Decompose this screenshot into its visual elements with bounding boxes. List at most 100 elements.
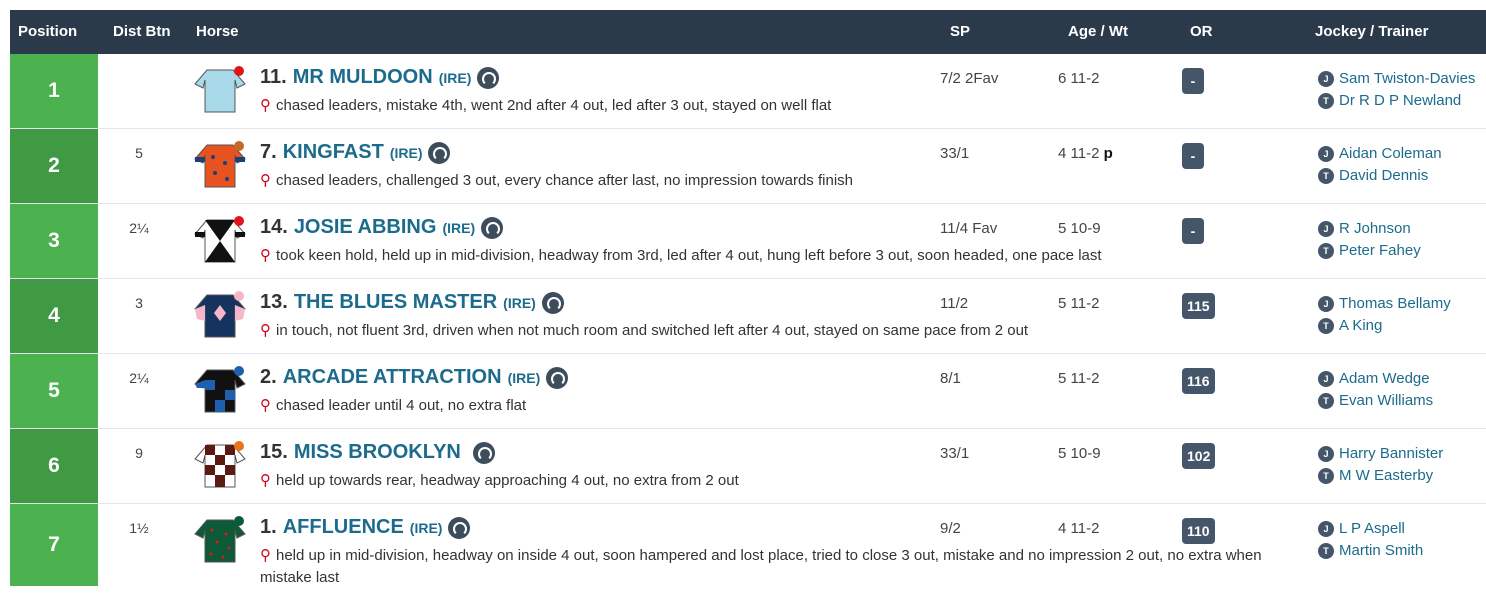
table-row: 4 3 13. THE BLUES MASTER (IRE) ⚲ in touch… (10, 279, 1486, 354)
horse-profile-icon[interactable] (541, 291, 564, 314)
jockey-icon: J (1318, 446, 1334, 462)
trainer-link[interactable]: Evan Williams (1339, 390, 1433, 412)
jockey-link[interactable]: Adam Wedge (1339, 368, 1430, 390)
jockey-link[interactable]: R Johnson (1339, 218, 1411, 240)
trainer-icon: T (1318, 543, 1334, 559)
jockey-icon: J (1318, 71, 1334, 87)
jockey-icon: J (1318, 221, 1334, 237)
jockey-trainer: J Sam Twiston-Davies T Dr R D P Newland (1318, 68, 1475, 112)
header-horse: Horse (196, 23, 239, 40)
jockey-silks-icon (194, 291, 246, 338)
position-cell: 2 (10, 129, 98, 203)
table-row: 5 2¼ 2. ARCADE ATTRACTION (IRE) ⚲ chased … (10, 354, 1486, 429)
horse-name-link[interactable]: KINGFAST (283, 141, 384, 164)
horse-profile-icon[interactable] (472, 441, 495, 464)
header-or: OR (1190, 23, 1213, 40)
jockey-link[interactable]: Harry Bannister (1339, 443, 1443, 465)
jockey-link[interactable]: Thomas Bellamy (1339, 293, 1451, 315)
position-cell: 4 (10, 279, 98, 353)
jockey-trainer: J R Johnson T Peter Fahey (1318, 218, 1421, 262)
horse-name-link[interactable]: ARCADE ATTRACTION (283, 366, 502, 389)
horse-name-link[interactable]: THE BLUES MASTER (294, 291, 497, 314)
trainer-link[interactable]: Peter Fahey (1339, 240, 1421, 262)
jockey-trainer: J Adam Wedge T Evan Williams (1318, 368, 1433, 412)
horse-number: 14. (260, 216, 288, 238)
position-cell: 7 (10, 504, 98, 586)
horse-profile-icon[interactable] (428, 141, 451, 164)
age-weight: 5 10-9 (1058, 445, 1101, 462)
jockey-trainer: J Thomas Bellamy T A King (1318, 293, 1451, 337)
jockey-silks-icon (194, 441, 246, 488)
race-comment: held up in mid-division, headway on insi… (260, 547, 1262, 586)
trainer-link[interactable]: David Dennis (1339, 165, 1428, 187)
trainer-icon: T (1318, 468, 1334, 484)
table-row: 6 9 15. MISS BROOKLYN ⚲ held up towards r… (10, 429, 1486, 504)
table-row: 3 2¼ 14. JOSIE ABBING (IRE) ⚲ took keen h… (10, 204, 1486, 279)
jockey-icon: J (1318, 146, 1334, 162)
jockey-icon: J (1318, 296, 1334, 312)
jockey-link[interactable]: Aidan Coleman (1339, 143, 1442, 165)
trainer-icon: T (1318, 168, 1334, 184)
location-pin-icon: ⚲ (260, 247, 271, 264)
jockey-link[interactable]: L P Aspell (1339, 518, 1405, 540)
horse-breeding: (IRE) (442, 219, 476, 236)
starting-price: 9/2 (940, 520, 961, 537)
starting-price: 33/1 (940, 445, 970, 462)
age-weight: 5 11-2 (1058, 295, 1100, 312)
header-jockey-trainer: Jockey / Trainer (1315, 23, 1429, 40)
starting-price: 33/1 (940, 145, 970, 162)
header-sp: SP (950, 23, 971, 40)
jockey-silks-icon (194, 216, 246, 263)
race-comment: in touch, not fluent 3rd, driven when no… (276, 322, 1029, 339)
trainer-link[interactable]: Dr R D P Newland (1339, 90, 1461, 112)
official-rating-badge: - (1182, 143, 1204, 169)
position-cell: 3 (10, 204, 98, 278)
jockey-icon: J (1318, 371, 1334, 387)
distance-beaten: 5 (135, 145, 143, 161)
race-comment: took keen hold, held up in mid-division,… (276, 247, 1102, 264)
official-rating-badge: - (1182, 68, 1204, 94)
horse-number: 15. (260, 441, 288, 463)
horse-number: 13. (260, 291, 288, 313)
table-row: 2 5 7. KINGFAST (IRE) ⚲ chased leaders, c… (10, 129, 1486, 204)
horse-breeding: (IRE) (503, 294, 536, 311)
horse-profile-icon[interactable] (546, 366, 569, 389)
horse-number: 2. (260, 366, 277, 388)
location-pin-icon: ⚲ (260, 472, 271, 489)
location-pin-icon: ⚲ (260, 97, 271, 114)
horse-profile-icon[interactable] (481, 216, 504, 239)
trainer-icon: T (1318, 318, 1334, 334)
header-position: Position (18, 23, 78, 40)
jockey-silks-icon (194, 366, 246, 413)
starting-price: 11/4 Fav (940, 220, 998, 237)
horse-name-link[interactable]: JOSIE ABBING (294, 216, 437, 239)
horse-profile-icon[interactable] (448, 516, 471, 539)
starting-price: 7/2 2Fav (940, 70, 999, 87)
horse-breeding: (IRE) (389, 144, 423, 161)
trainer-link[interactable]: Martin Smith (1339, 540, 1423, 562)
race-comment: chased leader until 4 out, no extra flat (276, 397, 527, 414)
jockey-silks-icon (194, 66, 246, 113)
jockey-trainer: J Harry Bannister T M W Easterby (1318, 443, 1443, 487)
header-age-wt: Age / Wt (1068, 23, 1128, 40)
distance-beaten: 3 (135, 295, 143, 311)
horse-profile-icon[interactable] (477, 66, 500, 89)
trainer-link[interactable]: A King (1339, 315, 1382, 337)
horse-name-link[interactable]: AFFLUENCE (283, 516, 404, 539)
horse-number: 11. (260, 66, 287, 88)
age-weight: 4 11-2 (1058, 520, 1100, 537)
age-weight: 6 11-2 (1058, 70, 1100, 87)
jockey-link[interactable]: Sam Twiston-Davies (1339, 68, 1475, 90)
horse-breeding: (IRE) (438, 69, 472, 86)
horse-name-link[interactable]: MR MULDOON (293, 66, 433, 89)
position-cell: 1 (10, 54, 98, 128)
jockey-silks-icon (194, 516, 246, 563)
table-header: Position Dist Btn Horse SP Age / Wt OR J… (10, 10, 1486, 54)
jockey-trainer: J L P Aspell T Martin Smith (1318, 518, 1423, 562)
distance-beaten: 2¼ (129, 220, 149, 236)
horse-name-link[interactable]: MISS BROOKLYN (294, 441, 461, 464)
horse-breeding: (IRE) (409, 519, 443, 536)
trainer-link[interactable]: M W Easterby (1339, 465, 1433, 487)
table-row: 1 11. MR MULDOON (IRE) ⚲ chased leaders, … (10, 54, 1486, 129)
horse-number: 1. (260, 516, 277, 538)
